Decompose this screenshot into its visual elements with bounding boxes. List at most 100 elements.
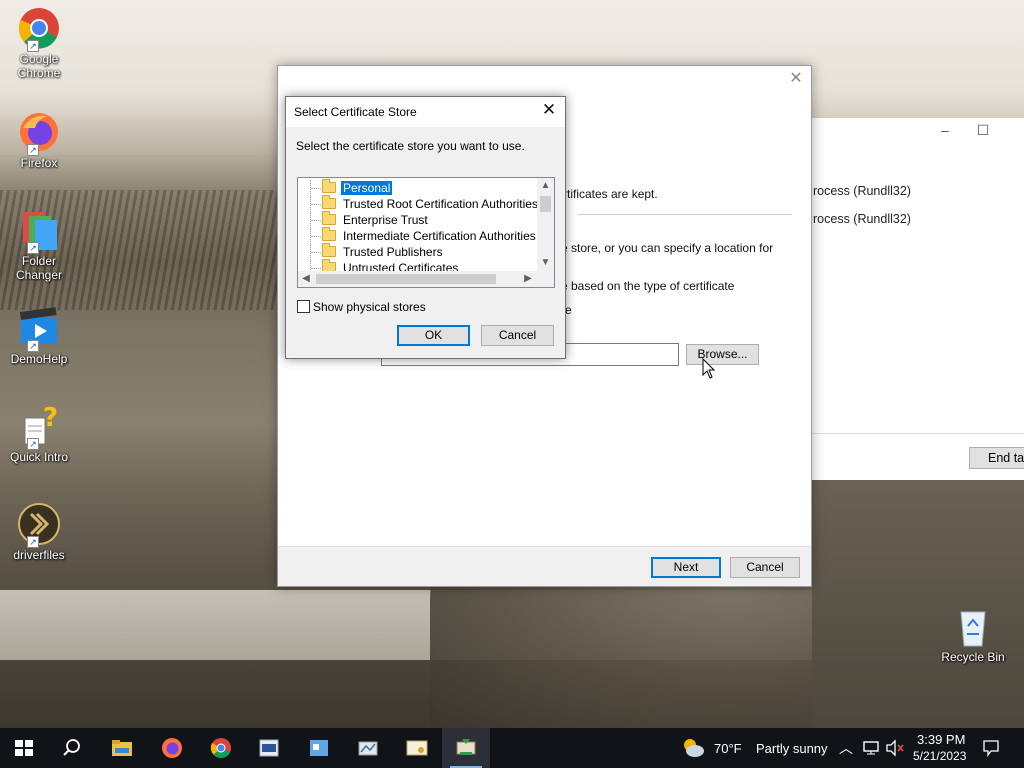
tree-item-label: Trusted Publishers (343, 245, 443, 259)
firefox-icon (162, 738, 182, 758)
dialog-body: Select the certificate store you want to… (286, 127, 565, 358)
dialog-title: Select Certificate Store (294, 105, 417, 119)
mouse-cursor-icon (702, 358, 716, 379)
folder-icon (322, 243, 336, 257)
process-row[interactable]: rocess (Rundll32) (813, 212, 911, 226)
firefox-icon: ↗ (17, 110, 61, 156)
shortcut-arrow-icon: ↗ (27, 242, 39, 254)
tree-item-trusted-root[interactable]: Trusted Root Certification Authorities (298, 195, 538, 212)
weather-condition[interactable]: Partly sunny (756, 741, 828, 756)
desktop-icon-demohelp[interactable]: ↗ DemoHelp (4, 306, 74, 366)
select-certificate-store-dialog[interactable]: Select Certificate Store ✕ Select the ce… (285, 96, 566, 359)
app-icon-2 (310, 740, 328, 756)
scroll-thumb[interactable] (316, 274, 496, 284)
tree-item-label: Intermediate Certification Authorities (343, 229, 536, 243)
scroll-up-icon[interactable]: ▲ (537, 178, 554, 194)
desktop-icon-folder-changer[interactable]: ↗ Folder Changer (4, 208, 74, 282)
desktop-icon-label: DemoHelp (10, 352, 68, 366)
scroll-right-icon[interactable]: ▶ (520, 271, 536, 287)
tree-item-intermediate[interactable]: Intermediate Certification Authorities (298, 227, 538, 244)
cancel-button[interactable]: Cancel (481, 325, 554, 346)
next-button[interactable]: Next (651, 557, 721, 578)
desktop-icon-label: Quick Intro (9, 450, 69, 464)
end-task-button[interactable]: End tas (969, 447, 1024, 469)
taskbar-file-explorer[interactable] (98, 728, 146, 768)
taskbar: 70°F Partly sunny ︿ 3:39 PM 5/21/2023 (0, 728, 1024, 768)
chevron-up-icon[interactable]: ︿ (839, 738, 853, 758)
tree-item-enterprise-trust[interactable]: Enterprise Trust (298, 211, 538, 228)
desktop-icon-driverfiles[interactable]: ↗ driverfiles (4, 502, 74, 562)
desktop-icon-chrome[interactable]: ↗ Google Chrome (4, 6, 74, 80)
desktop-icon-label: Google Chrome (17, 52, 61, 80)
process-row[interactable]: rocess (Rundll32) (813, 184, 911, 198)
certificate-wizard-icon (456, 739, 476, 755)
cancel-button[interactable]: Cancel (730, 557, 800, 578)
chrome-icon (210, 738, 231, 758)
horizontal-scrollbar[interactable]: ◀ ▶ (298, 271, 537, 287)
desktop-icon-label: driverfiles (13, 548, 65, 562)
taskbar-certificate-app[interactable] (393, 728, 441, 768)
demohelp-icon: ↗ (17, 306, 61, 352)
driverfiles-icon: ↗ (17, 502, 61, 548)
start-button[interactable] (0, 728, 48, 768)
folder-icon (322, 211, 336, 225)
certificate-store-tree[interactable]: Personal Trusted Root Certification Auth… (297, 177, 555, 288)
app-icon-3 (358, 741, 378, 756)
vertical-scrollbar[interactable]: ▲ ▼ (537, 178, 554, 271)
folder-changer-icon: ↗ (17, 208, 61, 254)
certificate-app-icon (406, 740, 428, 756)
window-controls[interactable]: –☐ (941, 122, 1017, 139)
desktop-icon-recycle-bin[interactable]: Recycle Bin (938, 604, 1008, 664)
checkbox-label[interactable]: Show physical stores (313, 300, 426, 314)
divider (578, 214, 792, 215)
folder-icon (322, 195, 336, 209)
shortcut-arrow-icon: ↗ (27, 340, 39, 352)
ok-button[interactable]: OK (397, 325, 470, 346)
scrollbar-corner (537, 271, 554, 287)
clock-date[interactable]: 5/21/2023 (913, 749, 966, 763)
weather-temp[interactable]: 70°F (714, 741, 742, 756)
close-icon[interactable]: ✕ (541, 101, 557, 118)
desktop-icon-label: Firefox (20, 156, 58, 170)
quick-intro-icon: ? ↗ (17, 403, 61, 450)
taskbar-app-2[interactable] (295, 728, 343, 768)
clock-time[interactable]: 3:39 PM (917, 732, 965, 747)
browse-button[interactable]: Browse... (686, 344, 759, 365)
tree-item-personal[interactable]: Personal (298, 179, 538, 196)
shortcut-arrow-icon: ↗ (27, 40, 39, 52)
folder-icon (322, 179, 336, 193)
dialog-titlebar[interactable]: Select Certificate Store ✕ (286, 97, 565, 127)
taskbar-certificate-wizard[interactable] (442, 728, 490, 768)
wizard-text: rtificates are kept. (563, 187, 658, 201)
maximize-icon[interactable]: ☐ (977, 122, 1018, 138)
folder-icon (322, 227, 336, 241)
tree-item-trusted-publishers[interactable]: Trusted Publishers (298, 243, 538, 260)
taskbar-chrome[interactable] (197, 728, 245, 768)
desktop-icon-quick-intro[interactable]: ? ↗ Quick Intro (4, 403, 74, 464)
file-explorer-icon (112, 740, 132, 756)
scroll-down-icon[interactable]: ▼ (537, 255, 554, 271)
taskbar-firefox[interactable] (148, 728, 196, 768)
notifications-icon[interactable] (982, 739, 1000, 757)
app-icon-1 (259, 739, 279, 757)
search-button[interactable] (48, 728, 96, 768)
dialog-prompt: Select the certificate store you want to… (296, 139, 525, 153)
tree-item-label: Enterprise Trust (343, 213, 428, 227)
volume-muted-icon[interactable] (885, 739, 905, 757)
recycle-bin-icon (951, 604, 995, 648)
shortcut-arrow-icon: ↗ (27, 438, 39, 450)
taskbar-app-1[interactable] (245, 728, 293, 768)
desktop-icon-label: Folder Changer (15, 254, 63, 282)
desktop-icon-label: Recycle Bin (941, 650, 1005, 664)
show-physical-stores-checkbox[interactable] (297, 300, 310, 313)
scroll-thumb[interactable] (540, 196, 551, 212)
taskbar-app-3[interactable] (344, 728, 392, 768)
close-icon[interactable]: ✕ (789, 71, 803, 87)
minimize-icon[interactable]: – (941, 122, 977, 138)
task-manager-window[interactable]: –☐ rocess (Rundll32) rocess (Rundll32) E… (810, 118, 1024, 480)
desktop-icon-firefox[interactable]: ↗ Firefox (4, 110, 74, 170)
partly-sunny-icon[interactable] (680, 736, 706, 760)
scroll-left-icon[interactable]: ◀ (298, 271, 314, 287)
divider (811, 433, 1024, 434)
network-icon[interactable] (862, 740, 880, 756)
